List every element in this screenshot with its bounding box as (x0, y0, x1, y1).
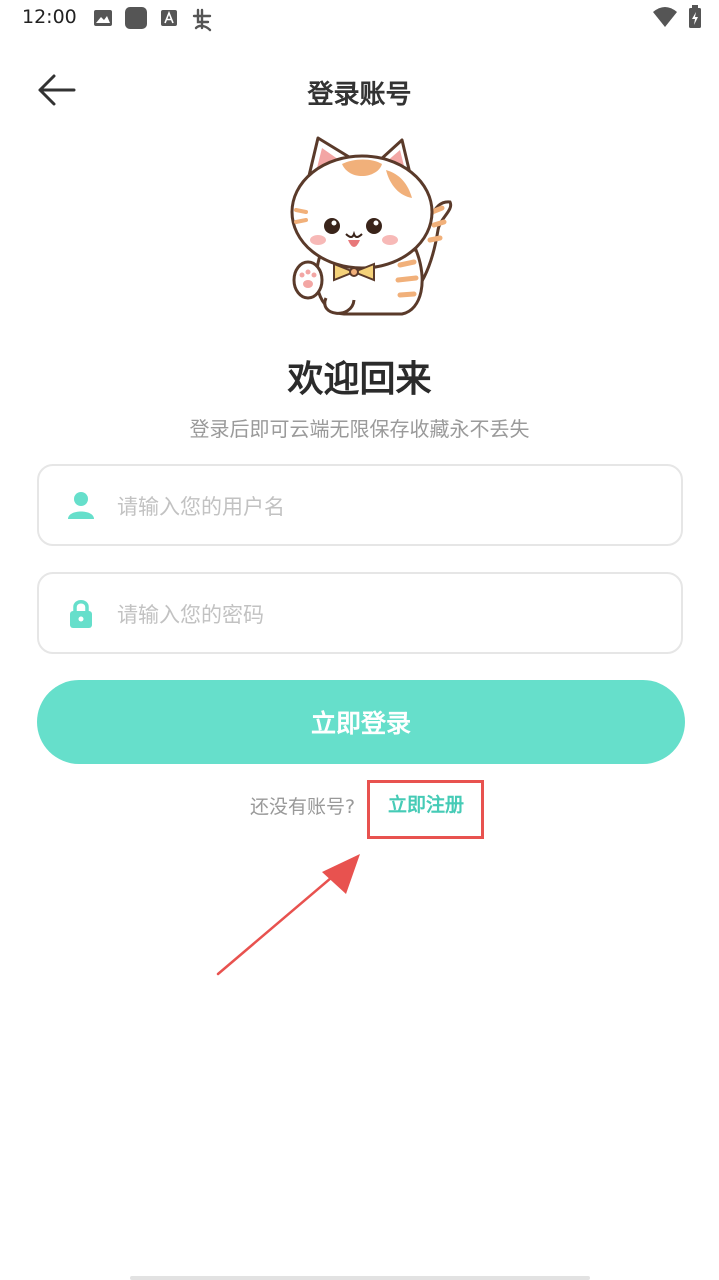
login-button[interactable]: 立即登录 (37, 680, 685, 764)
username-field[interactable] (37, 464, 683, 546)
welcome-title: 欢迎回来 (287, 359, 432, 400)
page-title: 登录账号 (307, 80, 412, 110)
battery-icon (689, 5, 701, 28)
cat-mascot-illustration (290, 136, 453, 316)
font-icon (161, 10, 177, 26)
username-input[interactable] (115, 484, 659, 530)
annotation-highlight-box (367, 780, 484, 839)
top-bar: 登录账号 (0, 56, 719, 126)
lock-icon (70, 600, 92, 628)
status-time: 12:00 (22, 6, 77, 28)
bug-icon (192, 8, 212, 32)
wifi-icon (653, 7, 677, 27)
password-field[interactable] (37, 572, 683, 654)
welcome-subtitle: 登录后即可云端无限保存收藏永不丢失 (189, 417, 530, 441)
user-icon (68, 492, 94, 519)
password-input[interactable] (115, 592, 659, 638)
no-account-text: 还没有账号? (250, 796, 356, 818)
annotation-arrow-icon (216, 854, 360, 976)
home-indicator (130, 1276, 590, 1280)
status-bar: 12:00 (0, 0, 719, 36)
image-icon (94, 10, 112, 26)
square-icon (125, 7, 147, 29)
